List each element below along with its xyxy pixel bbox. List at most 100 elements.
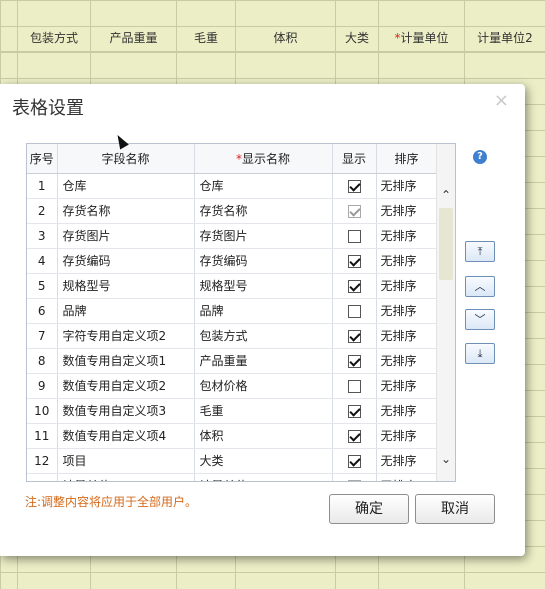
row-display-name[interactable]: 品牌 — [194, 298, 333, 324]
row-sort[interactable]: 无排序 — [376, 248, 438, 274]
move-down-button[interactable]: ﹀ — [465, 309, 495, 330]
row-display-name[interactable]: 体积 — [194, 423, 333, 449]
row-show-cell — [332, 348, 377, 374]
show-checkbox[interactable] — [347, 254, 361, 268]
row-seq: 1 — [27, 173, 58, 199]
row-field-name: 字符专用自定义项2 — [57, 323, 195, 349]
col-header[interactable]: 计量单位2 — [465, 24, 545, 52]
show-checkbox[interactable] — [347, 354, 361, 368]
table-row[interactable]: 2 存货名称 存货名称 无排序 — [27, 198, 438, 224]
table-row[interactable]: 4 存货编码 存货编码 无排序 — [27, 248, 438, 274]
col-header[interactable]: 包装方式 — [18, 24, 91, 52]
row-display-name[interactable]: 存货编码 — [194, 248, 333, 274]
row-display-name[interactable]: 仓库 — [194, 173, 333, 199]
row-field-name: 仓库 — [57, 173, 195, 199]
row-field-name: 数值专用自定义项2 — [57, 373, 195, 399]
row-seq: 12 — [27, 448, 58, 474]
row-sort[interactable]: 无排序 — [376, 173, 438, 199]
row-sort[interactable]: 无排序 — [376, 348, 438, 374]
show-checkbox — [347, 204, 361, 218]
row-display-name[interactable]: 计量单位 — [194, 473, 333, 481]
show-checkbox[interactable] — [347, 179, 361, 193]
row-sort[interactable]: 无排序 — [376, 398, 438, 424]
table-row[interactable]: 10 数值专用自定义项3 毛重 无排序 — [27, 398, 438, 424]
confirm-button[interactable]: 确定 — [329, 494, 409, 524]
table-row[interactable]: 7 字符专用自定义项2 包装方式 无排序 — [27, 323, 438, 349]
row-seq: 2 — [27, 198, 58, 224]
row-sort[interactable]: 无排序 — [376, 373, 438, 399]
scrollbar-thumb[interactable] — [439, 208, 453, 280]
row-field-name: 项目 — [57, 448, 195, 474]
row-seq: 4 — [27, 248, 58, 274]
col-header[interactable]: 大类 — [336, 24, 379, 52]
show-checkbox[interactable] — [347, 229, 361, 243]
show-checkbox[interactable] — [347, 379, 361, 393]
row-seq: 13 — [27, 473, 58, 481]
header-display-name-label: 显示名称 — [241, 151, 290, 166]
row-display-name[interactable]: 毛重 — [194, 398, 333, 424]
row-display-name[interactable]: 包装方式 — [194, 323, 333, 349]
row-sort[interactable]: 无排序 — [376, 273, 438, 299]
row-field-name: 数值专用自定义项4 — [57, 423, 195, 449]
close-icon[interactable]: × — [494, 90, 509, 111]
table-row[interactable]: 12 项目 大类 无排序 — [27, 448, 438, 474]
col-header-label: 计量单位 — [400, 31, 449, 45]
row-seq: 11 — [27, 423, 58, 449]
move-top-button[interactable]: ⤒ — [465, 241, 495, 262]
show-checkbox[interactable] — [347, 329, 361, 343]
table-row[interactable]: 5 规格型号 规格型号 无排序 — [27, 273, 438, 299]
row-display-name[interactable]: 大类 — [194, 448, 333, 474]
header-seq: 序号 — [27, 144, 58, 174]
show-checkbox[interactable] — [347, 454, 361, 468]
row-display-name[interactable]: 包材价格 — [194, 373, 333, 399]
row-display-name[interactable]: 产品重量 — [194, 348, 333, 374]
row-field-name: 规格型号 — [57, 273, 195, 299]
scroll-up-icon[interactable]: ⌃ — [440, 189, 452, 201]
row-show-cell — [332, 173, 377, 199]
row-show-cell — [332, 223, 377, 249]
table-row[interactable]: 8 数值专用自定义项1 产品重量 无排序 — [27, 348, 438, 374]
row-sort[interactable]: 无排序 — [376, 448, 438, 474]
scroll-down-icon[interactable]: ⌄ — [440, 453, 452, 465]
cancel-button[interactable]: 取消 — [415, 494, 495, 524]
help-icon[interactable]: ? — [473, 150, 487, 164]
row-seq: 9 — [27, 373, 58, 399]
row-seq: 10 — [27, 398, 58, 424]
row-sort[interactable]: 无排序 — [376, 198, 438, 224]
row-field-name: 品牌 — [57, 298, 195, 324]
row-sort[interactable]: 无排序 — [376, 473, 438, 481]
show-checkbox[interactable] — [347, 279, 361, 293]
show-checkbox — [347, 479, 361, 481]
col-header[interactable]: 毛重 — [177, 24, 236, 52]
table-row[interactable]: 3 存货图片 存货图片 无排序 — [27, 223, 438, 249]
table-row[interactable]: 6 品牌 品牌 无排序 — [27, 298, 438, 324]
row-show-cell — [332, 398, 377, 424]
row-field-name: 数值专用自定义项3 — [57, 398, 195, 424]
col-header[interactable]: 产品重量 — [91, 24, 177, 52]
table-row[interactable]: 11 数值专用自定义项4 体积 无排序 — [27, 423, 438, 449]
row-sort[interactable]: 无排序 — [376, 423, 438, 449]
vertical-scrollbar[interactable]: ⌃ ⌄ — [436, 144, 455, 481]
move-bottom-button[interactable]: ⤓ — [465, 343, 495, 364]
row-display-name[interactable]: 存货图片 — [194, 223, 333, 249]
table-row[interactable]: 13计量单位计量单位无排序 — [27, 473, 438, 481]
show-checkbox[interactable] — [347, 304, 361, 318]
row-sort[interactable]: 无排序 — [376, 298, 438, 324]
row-seq: 8 — [27, 348, 58, 374]
move-up-button[interactable]: ︿ — [465, 276, 495, 297]
header-sort: 排序 — [376, 144, 438, 174]
table-row[interactable]: 1 仓库 仓库 无排序 — [27, 173, 438, 199]
table-row[interactable]: 9 数值专用自定义项2 包材价格 无排序 — [27, 373, 438, 399]
col-header[interactable]: 体积 — [236, 24, 336, 52]
show-checkbox[interactable] — [347, 429, 361, 443]
col-header-required[interactable]: *计量单位 — [379, 24, 465, 52]
row-sort[interactable]: 无排序 — [376, 323, 438, 349]
row-display-name[interactable]: 规格型号 — [194, 273, 333, 299]
show-checkbox[interactable] — [347, 404, 361, 418]
row-field-name: 数值专用自定义项1 — [57, 348, 195, 374]
field-settings-table: 序号 字段名称 *显示名称 显示 排序 1 仓库 仓库 无排序 2 存货名称 存货名称 无排序… — [26, 143, 456, 482]
row-show-cell — [332, 373, 377, 399]
spreadsheet-header-gutter — [0, 24, 18, 52]
row-sort[interactable]: 无排序 — [376, 223, 438, 249]
row-display-name[interactable]: 存货名称 — [194, 198, 333, 224]
